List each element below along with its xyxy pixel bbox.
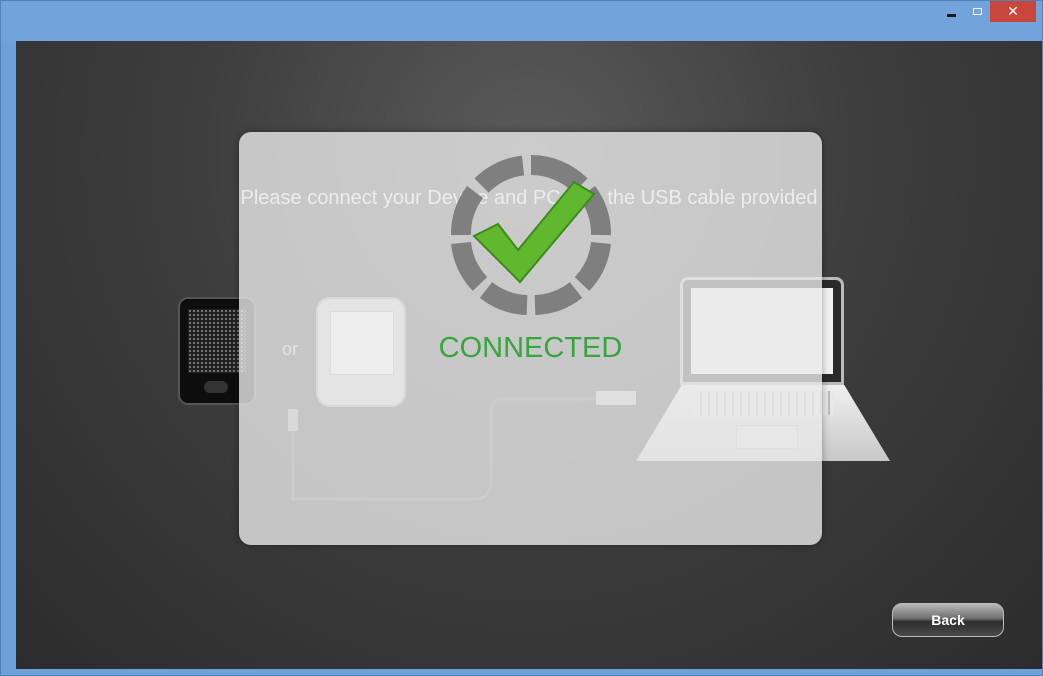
connected-status-label: CONNECTED	[438, 332, 623, 364]
close-icon: ✕	[1007, 3, 1019, 20]
maximize-button[interactable]	[964, 1, 990, 21]
maximize-icon	[972, 7, 982, 15]
back-button-label: Back	[931, 612, 965, 628]
ring-segment	[474, 155, 525, 193]
ring-segment	[451, 241, 488, 291]
minimize-button[interactable]	[938, 1, 964, 21]
ring-segment	[479, 281, 528, 315]
check-icon	[472, 180, 596, 284]
speaker-button-graphic	[204, 381, 228, 393]
ring-segment	[574, 241, 611, 291]
title-bar[interactable]: ✕	[1, 1, 1042, 41]
ring-segment	[534, 281, 583, 315]
minimize-icon	[946, 13, 956, 17]
back-button[interactable]: Back	[892, 603, 1004, 637]
connection-status-overlay: CONNECTED	[239, 132, 822, 545]
close-button[interactable]: ✕	[990, 1, 1036, 22]
app-window: ✕ Please connect your Device and PC with…	[0, 0, 1043, 676]
speaker-grill	[188, 309, 246, 373]
status-ring-icon	[451, 155, 611, 315]
ring-segment	[451, 186, 484, 236]
main-content: Please connect your Device and PC with t…	[16, 41, 1042, 669]
window-controls: ✕	[938, 1, 1036, 22]
